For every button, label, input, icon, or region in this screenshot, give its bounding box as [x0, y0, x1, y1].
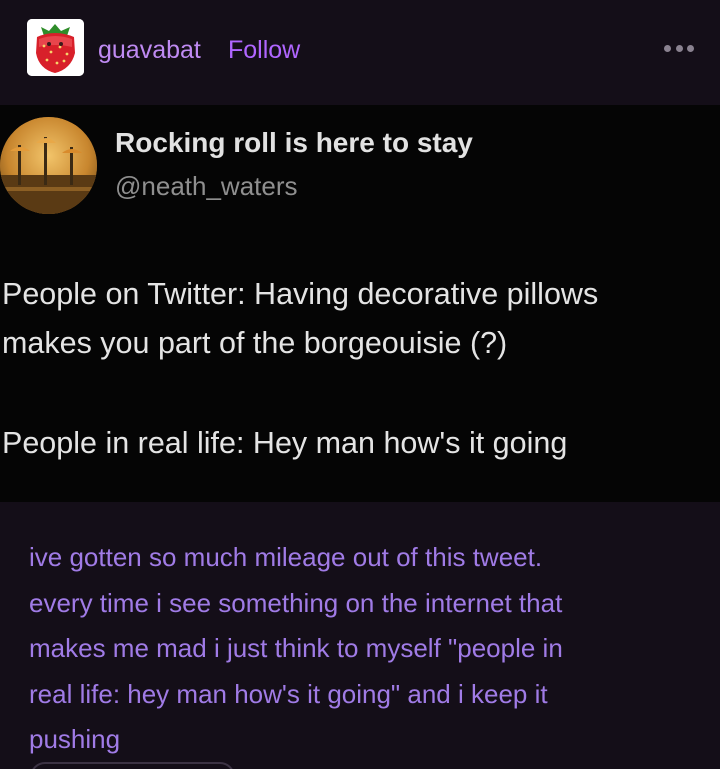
tweet-screenshot: Rocking roll is here to stay @neath_wate… — [0, 105, 720, 502]
tweet-display-name: Rocking roll is here to stay — [115, 127, 473, 158]
strawberry-avatar-icon[interactable] — [27, 19, 84, 76]
caption-line: ive gotten so much mileage out of this t… — [29, 542, 543, 572]
tweet-handle: @neath_waters — [115, 171, 298, 201]
tweet-text-line: People on Twitter: Having decorative pil… — [2, 277, 599, 311]
more-dot — [675, 44, 683, 52]
follow-button[interactable]: Follow — [228, 36, 300, 65]
caption-line: real life: hey man how's it going" and i… — [29, 678, 548, 709]
autumn-scene-avatar-icon — [0, 117, 97, 214]
username-link[interactable]: guavabat — [98, 36, 201, 65]
tweet-text-line: makes you part of the borgeouisie (?) — [2, 326, 508, 360]
more-options-icon[interactable] — [664, 41, 694, 55]
more-dot — [664, 44, 671, 52]
caption-line: every time i see something on the intern… — [29, 587, 563, 618]
caption-line: pushing — [29, 724, 121, 754]
post-caption: ive gotten so much mileage out of this t… — [29, 535, 709, 763]
caption-line: makes me mad i just think to myself "peo… — [29, 633, 563, 663]
more-dot — [687, 44, 694, 52]
tweet-text-line: People in real life: Hey man how's it go… — [2, 426, 568, 460]
post-header: guavabat Follow — [0, 0, 720, 100]
tag-pill[interactable] — [30, 762, 235, 769]
